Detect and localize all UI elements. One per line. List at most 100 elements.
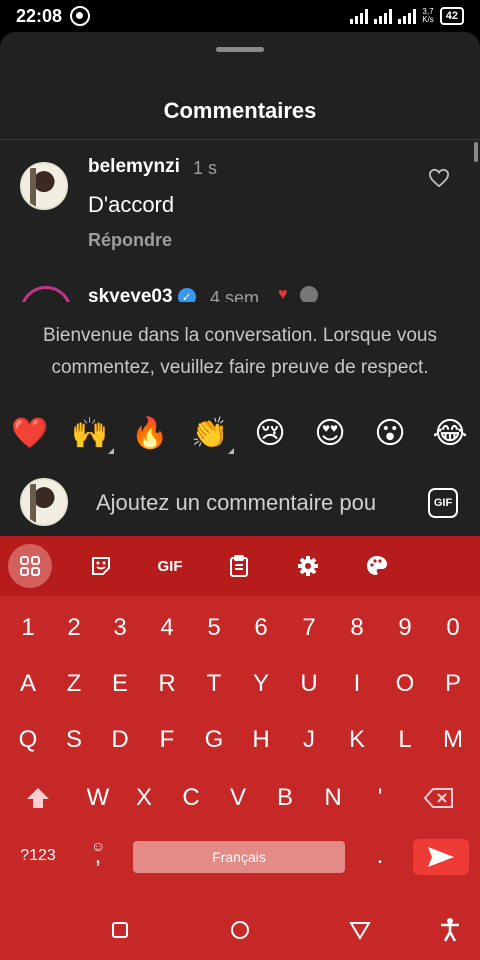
key-1[interactable]: 1 [5, 606, 51, 650]
key-z[interactable]: Z [51, 662, 97, 706]
signal-icon-2 [374, 8, 393, 24]
key-p[interactable]: P [430, 662, 476, 706]
key-i[interactable]: I [334, 662, 380, 706]
comment-input[interactable]: Ajoutez un commentaire pou [96, 490, 412, 516]
whatsapp-icon [70, 6, 91, 26]
comment-text: D'accord [88, 192, 175, 217]
settings-gear-icon[interactable] [286, 544, 330, 588]
emoji-cry[interactable]: 😢 [250, 414, 290, 454]
emoji-surprised[interactable]: 😮 [370, 414, 410, 454]
home-circle-icon[interactable] [226, 916, 254, 944]
sticker-icon[interactable] [79, 544, 123, 588]
skin-tone-indicator-icon [228, 448, 234, 454]
recents-square-icon[interactable] [106, 916, 134, 944]
comment-item: skyeye03 ✓ 4 sem. ♥ [0, 270, 480, 302]
emoji-fire[interactable]: 🔥 [130, 414, 170, 454]
comment-item: belemynzi 1 s D'accord Répondre [0, 140, 480, 270]
symbols-key[interactable]: ?123 [10, 834, 66, 878]
key-b[interactable]: B [262, 776, 308, 820]
key-7[interactable]: 7 [286, 606, 332, 650]
key-s[interactable]: S [51, 718, 97, 762]
welcome-message: Bienvenue dans la conversation. Lorsque … [43, 325, 437, 378]
comments-list[interactable]: belemynzi 1 s D'accord Répondre skyeye03… [0, 140, 480, 302]
navigation-bar [0, 900, 480, 960]
avatar[interactable] [20, 162, 68, 210]
comments-sheet: Commentaires belemynzi 1 s D'accord Répo… [0, 32, 480, 536]
key-a[interactable]: A [5, 662, 51, 706]
gif-keyboard-button[interactable]: GIF [148, 544, 192, 588]
apps-grid-icon[interactable] [8, 544, 52, 588]
sheet-title: Commentaires [163, 98, 317, 123]
status-icons: 3,7 K/s 42 [350, 7, 464, 25]
key-r[interactable]: R [144, 662, 190, 706]
net-speed: 3,7 K/s [422, 7, 434, 24]
send-button[interactable] [413, 839, 469, 875]
key-j[interactable]: J [286, 718, 332, 762]
key-0[interactable]: 0 [430, 606, 476, 650]
key-t[interactable]: T [191, 662, 237, 706]
creator-avatar-icon [300, 286, 318, 302]
theme-palette-icon[interactable] [355, 544, 399, 588]
key-u[interactable]: U [286, 662, 332, 706]
comment-time: 4 sem. [210, 288, 265, 302]
key-c[interactable]: C [168, 776, 214, 820]
shift-key[interactable] [15, 776, 61, 820]
key-apostrophe[interactable]: ' [357, 776, 403, 820]
key-5[interactable]: 5 [191, 606, 237, 650]
key-o[interactable]: O [382, 662, 428, 706]
clipboard-icon[interactable] [217, 544, 261, 588]
status-bar: 22:08 3,7 K/s 42 [0, 0, 480, 32]
key-9[interactable]: 9 [382, 606, 428, 650]
smiley-icon: ☺ [91, 838, 106, 854]
key-d[interactable]: D [97, 718, 143, 762]
signal-icon-3 [398, 8, 417, 24]
like-heart-icon[interactable] [428, 168, 450, 188]
key-k[interactable]: K [334, 718, 380, 762]
battery-icon: 42 [439, 7, 464, 25]
key-e[interactable]: E [97, 662, 143, 706]
comment-username[interactable]: belemynzi [88, 156, 180, 178]
liked-heart-icon: ♥ [278, 286, 288, 302]
period-key[interactable]: . [357, 834, 403, 878]
drag-handle[interactable] [216, 47, 264, 52]
key-2[interactable]: 2 [51, 606, 97, 650]
emoji-heart-eyes[interactable]: 😍 [310, 414, 350, 454]
signal-icon [350, 8, 369, 24]
emoji-clap[interactable]: 👏 [190, 414, 234, 454]
key-g[interactable]: G [191, 718, 237, 762]
keyboard: GIF 1 2 3 4 5 6 7 8 9 0 A Z E R T Y U I … [0, 536, 480, 900]
key-4[interactable]: 4 [144, 606, 190, 650]
emoji-heart[interactable]: ❤️ [10, 414, 50, 454]
space-bar[interactable]: Français [133, 841, 345, 873]
key-y[interactable]: Y [238, 662, 284, 706]
avatar-story-ring[interactable] [20, 286, 72, 302]
accessibility-icon[interactable] [436, 916, 464, 944]
emoji-raising-hands[interactable]: 🙌 [70, 414, 114, 454]
verified-badge-icon: ✓ [177, 287, 196, 302]
key-f[interactable]: F [144, 718, 190, 762]
key-h[interactable]: H [238, 718, 284, 762]
backspace-key[interactable] [416, 776, 462, 820]
key-q[interactable]: Q [5, 718, 51, 762]
comment-composer: Ajoutez un commentaire pou GIF [0, 474, 480, 534]
key-m[interactable]: M [430, 718, 476, 762]
key-n[interactable]: N [310, 776, 356, 820]
key-v[interactable]: V [215, 776, 261, 820]
reply-button[interactable]: Répondre [88, 230, 172, 251]
key-l[interactable]: L [382, 718, 428, 762]
emoji-bar: ❤️ 🙌 🔥 👏 😢 😍 😮 😂 [0, 414, 480, 454]
my-avatar [20, 478, 68, 526]
key-3[interactable]: 3 [97, 606, 143, 650]
key-w[interactable]: W [75, 776, 121, 820]
back-triangle-icon[interactable] [346, 916, 374, 944]
key-6[interactable]: 6 [238, 606, 284, 650]
comment-time: 1 s [193, 158, 218, 178]
emoji-comma-key[interactable]: ☺ , [75, 834, 121, 878]
key-x[interactable]: X [121, 776, 167, 820]
emoji-laughing[interactable]: 😂 [430, 414, 470, 454]
comment-username[interactable]: skyeye03 ✓ [88, 286, 196, 302]
clock: 22:08 [16, 5, 63, 26]
gif-button[interactable]: GIF [428, 488, 458, 518]
send-arrow-icon [428, 847, 454, 867]
key-8[interactable]: 8 [334, 606, 380, 650]
